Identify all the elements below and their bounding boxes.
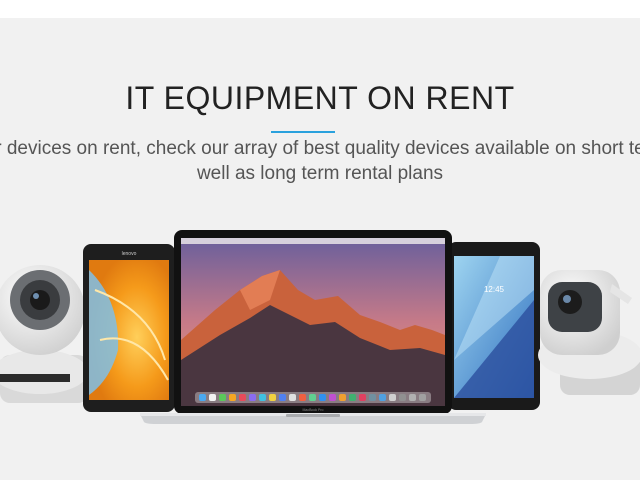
hero-description-line-2: well as long term rental plans: [196, 163, 444, 184]
hero-description-line-1: r devices on rent, check our array of be…: [0, 138, 640, 159]
devices-hero-image: lenovo 12:45 MacBook Pro: [0, 230, 640, 424]
hero-title: IT EQUIPMENT ON RENT: [125, 80, 515, 116]
ptz-camera-right-icon: [538, 270, 640, 395]
tablet-left-brand: lenovo: [122, 251, 137, 257]
tablet-right-icon: 12:45: [448, 242, 540, 410]
title-accent-divider: [271, 131, 335, 133]
top-bar: [0, 0, 640, 18]
dome-camera-left-icon: [0, 265, 88, 403]
macbook-laptop-icon: MacBook Pro: [140, 230, 486, 424]
tablet-right-clock: 12:45: [484, 285, 505, 294]
laptop-brand-label: MacBook Pro: [302, 408, 323, 412]
tablet-left-icon: lenovo: [83, 244, 175, 412]
